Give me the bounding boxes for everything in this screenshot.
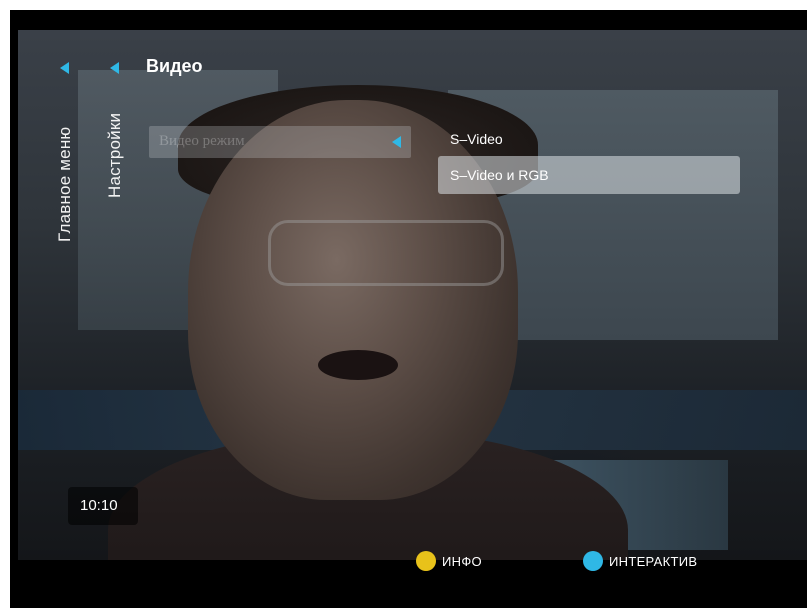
person-glasses [268,220,504,286]
blue-key-icon [583,551,603,571]
setting-label: Видео режим [159,133,245,149]
option-s-video-rgb[interactable]: S–Video и RGB [438,156,740,194]
info-key[interactable]: ИНФО [416,551,482,571]
info-key-label: ИНФО [442,553,482,569]
breadcrumb-main-menu[interactable]: Главное меню [55,127,75,242]
back-arrow-icon[interactable] [60,62,69,74]
option-label: S–Video [450,131,503,147]
interactive-key[interactable]: ИНТЕРАКТИВ [583,551,697,571]
back-arrow-icon[interactable] [110,62,119,74]
tv-screen: Главное меню Настройки Видео Видео режим… [10,10,807,608]
video-background [18,30,807,560]
person-mouth [318,350,398,380]
yellow-key-icon [416,551,436,571]
interactive-key-label: ИНТЕРАКТИВ [609,553,698,569]
breadcrumb-settings[interactable]: Настройки [105,113,125,198]
left-arrow-icon [392,136,401,148]
video-mode-setting[interactable]: Видео режим [149,126,411,158]
page-title: Видео [146,56,203,76]
clock-time: 10:10 [80,497,118,514]
option-s-video[interactable]: S–Video [438,120,740,158]
option-label: S–Video и RGB [450,167,549,183]
clock: 10:10 [68,487,138,525]
